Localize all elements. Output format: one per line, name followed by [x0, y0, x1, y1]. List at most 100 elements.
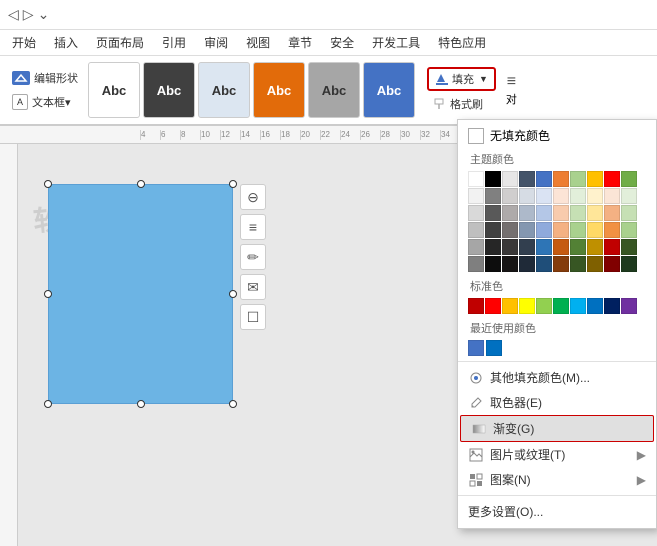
- recent-color-cell-0[interactable]: [468, 340, 484, 356]
- handle-top-middle[interactable]: [137, 180, 145, 188]
- theme-color-cell-37[interactable]: [587, 222, 603, 238]
- theme-color-cell-30[interactable]: [468, 222, 484, 238]
- style-btn-1[interactable]: Abc: [88, 62, 140, 118]
- theme-color-cell-48[interactable]: [604, 239, 620, 255]
- shape-tool-minus[interactable]: ⊖: [240, 184, 266, 210]
- theme-color-cell-16[interactable]: [570, 188, 586, 204]
- standard-color-cell-1[interactable]: [485, 298, 501, 314]
- theme-color-cell-14[interactable]: [536, 188, 552, 204]
- menu-view[interactable]: 视图: [238, 31, 278, 54]
- theme-color-cell-43[interactable]: [519, 239, 535, 255]
- theme-color-cell-57[interactable]: [587, 256, 603, 272]
- theme-color-cell-50[interactable]: [468, 256, 484, 272]
- theme-color-cell-34[interactable]: [536, 222, 552, 238]
- menu-start[interactable]: 开始: [4, 31, 44, 54]
- shape-tool-frame[interactable]: ☐: [240, 304, 266, 330]
- theme-color-cell-35[interactable]: [553, 222, 569, 238]
- theme-color-cell-27[interactable]: [587, 205, 603, 221]
- more-fill-item[interactable]: 其他填充颜色(M)...: [458, 365, 656, 390]
- menu-references[interactable]: 引用: [154, 31, 194, 54]
- theme-color-cell-12[interactable]: [502, 188, 518, 204]
- theme-color-cell-44[interactable]: [536, 239, 552, 255]
- dropdown-icon[interactable]: ⌄: [38, 6, 50, 23]
- shape-tool-mail[interactable]: ✉: [240, 274, 266, 300]
- theme-color-cell-18[interactable]: [604, 188, 620, 204]
- theme-color-cell-29[interactable]: [621, 205, 637, 221]
- edit-shape-button[interactable]: 编辑形状: [8, 68, 82, 88]
- theme-color-cell-45[interactable]: [553, 239, 569, 255]
- handle-middle-left[interactable]: [44, 290, 52, 298]
- style-btn-5[interactable]: Abc: [308, 62, 360, 118]
- theme-color-cell-33[interactable]: [519, 222, 535, 238]
- theme-color-cell-54[interactable]: [536, 256, 552, 272]
- theme-color-cell-2[interactable]: [502, 171, 518, 187]
- no-fill-item[interactable]: 无填充颜色: [458, 124, 656, 147]
- theme-color-cell-3[interactable]: [519, 171, 535, 187]
- standard-color-cell-5[interactable]: [553, 298, 569, 314]
- theme-color-cell-26[interactable]: [570, 205, 586, 221]
- theme-color-cell-56[interactable]: [570, 256, 586, 272]
- theme-color-cell-47[interactable]: [587, 239, 603, 255]
- recent-color-cell-1[interactable]: [486, 340, 502, 356]
- menu-special-apps[interactable]: 特色应用: [430, 31, 494, 54]
- theme-color-cell-23[interactable]: [519, 205, 535, 221]
- text-box-button[interactable]: A 文本框▾: [8, 92, 82, 112]
- theme-color-cell-9[interactable]: [621, 171, 637, 187]
- theme-color-cell-10[interactable]: [468, 188, 484, 204]
- shape-tool-list[interactable]: ≡: [240, 214, 266, 240]
- style-btn-6[interactable]: Abc: [363, 62, 415, 118]
- handle-middle-right[interactable]: [229, 290, 237, 298]
- theme-color-cell-15[interactable]: [553, 188, 569, 204]
- standard-color-cell-2[interactable]: [502, 298, 518, 314]
- theme-color-cell-20[interactable]: [468, 205, 484, 221]
- theme-color-cell-52[interactable]: [502, 256, 518, 272]
- theme-color-cell-46[interactable]: [570, 239, 586, 255]
- pattern-item[interactable]: 图案(N) ▶: [458, 467, 656, 492]
- fill-button[interactable]: 填充 ▼: [427, 67, 496, 91]
- theme-color-cell-42[interactable]: [502, 239, 518, 255]
- theme-color-cell-55[interactable]: [553, 256, 569, 272]
- handle-bottom-right[interactable]: [229, 400, 237, 408]
- theme-color-cell-40[interactable]: [468, 239, 484, 255]
- theme-color-cell-31[interactable]: [485, 222, 501, 238]
- theme-color-cell-24[interactable]: [536, 205, 552, 221]
- standard-color-cell-8[interactable]: [604, 298, 620, 314]
- format-brush-button[interactable]: 格式刷: [427, 94, 496, 114]
- theme-color-cell-5[interactable]: [553, 171, 569, 187]
- theme-color-cell-7[interactable]: [587, 171, 603, 187]
- theme-color-cell-22[interactable]: [502, 205, 518, 221]
- style-btn-4[interactable]: Abc: [253, 62, 305, 118]
- more-settings-item[interactable]: 更多设置(O)...: [458, 499, 656, 524]
- theme-color-cell-28[interactable]: [604, 205, 620, 221]
- theme-color-cell-8[interactable]: [604, 171, 620, 187]
- theme-color-cell-21[interactable]: [485, 205, 501, 221]
- standard-color-cell-0[interactable]: [468, 298, 484, 314]
- menu-security[interactable]: 安全: [322, 31, 362, 54]
- menu-chapter[interactable]: 章节: [280, 31, 320, 54]
- theme-color-cell-19[interactable]: [621, 188, 637, 204]
- standard-color-cell-9[interactable]: [621, 298, 637, 314]
- menu-insert[interactable]: 插入: [46, 31, 86, 54]
- standard-color-cell-7[interactable]: [587, 298, 603, 314]
- handle-top-left[interactable]: [44, 180, 52, 188]
- gradient-item[interactable]: 渐变(G): [460, 415, 654, 442]
- align-icon[interactable]: ≡: [507, 73, 516, 91]
- menu-page-layout[interactable]: 页面布局: [88, 31, 152, 54]
- theme-color-cell-51[interactable]: [485, 256, 501, 272]
- theme-color-cell-41[interactable]: [485, 239, 501, 255]
- shape-tool-pencil[interactable]: ✏: [240, 244, 266, 270]
- theme-color-cell-32[interactable]: [502, 222, 518, 238]
- handle-top-right[interactable]: [229, 180, 237, 188]
- back-icon[interactable]: ◁: [8, 6, 19, 23]
- style-btn-3[interactable]: Abc: [198, 62, 250, 118]
- style-btn-2[interactable]: Abc: [143, 62, 195, 118]
- theme-color-cell-38[interactable]: [604, 222, 620, 238]
- standard-color-cell-4[interactable]: [536, 298, 552, 314]
- theme-color-cell-1[interactable]: [485, 171, 501, 187]
- theme-color-cell-49[interactable]: [621, 239, 637, 255]
- theme-color-cell-13[interactable]: [519, 188, 535, 204]
- eyedropper-item[interactable]: 取色器(E): [458, 390, 656, 415]
- theme-color-cell-59[interactable]: [621, 256, 637, 272]
- forward-icon[interactable]: ▷: [23, 6, 34, 23]
- shape-container[interactable]: [48, 184, 233, 404]
